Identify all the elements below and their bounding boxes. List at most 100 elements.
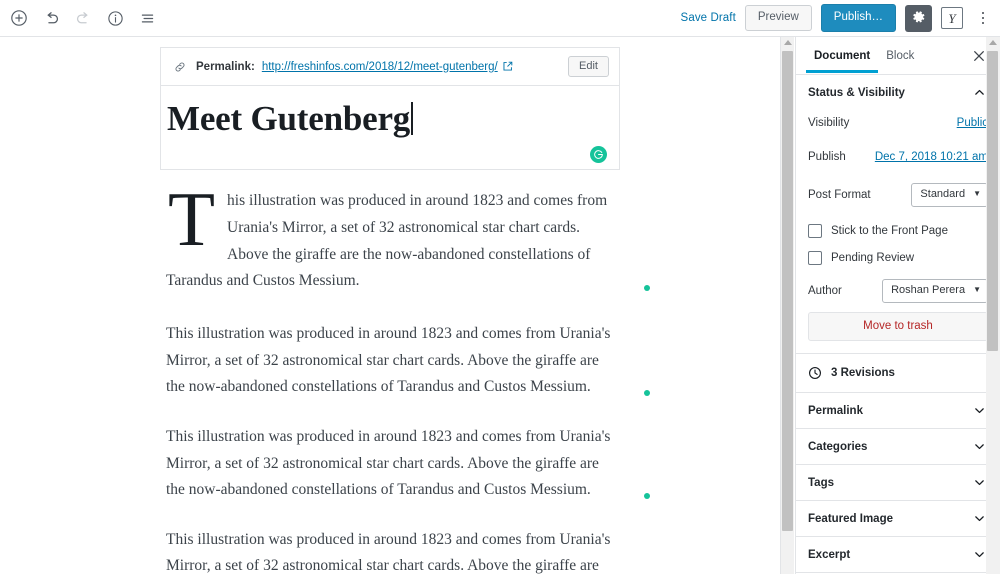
chevron-up-icon[interactable] bbox=[973, 86, 986, 99]
chevron-down-icon[interactable] bbox=[973, 440, 986, 453]
redo-icon[interactable] bbox=[68, 3, 98, 33]
chevron-down-icon: ▼ bbox=[973, 285, 981, 295]
publish-date-button[interactable]: Dec 7, 2018 10:21 am bbox=[875, 151, 988, 163]
clock-icon bbox=[808, 366, 822, 380]
kebab-dot bbox=[981, 16, 985, 20]
block-navigation-icon[interactable] bbox=[132, 3, 162, 33]
post-title-row[interactable]: Meet Gutenberg bbox=[161, 86, 619, 169]
author-row: Author Roshan Perera ▼ bbox=[808, 278, 988, 304]
chevron-down-icon[interactable] bbox=[973, 548, 986, 561]
publish-row: Publish Dec 7, 2018 10:21 am bbox=[808, 144, 988, 170]
grammarly-marker-dot[interactable] bbox=[644, 284, 650, 291]
kebab-dot bbox=[981, 21, 985, 25]
gear-icon bbox=[912, 10, 926, 27]
panel-title: Featured Image bbox=[808, 512, 893, 525]
panel-status-visibility-body: Visibility Public Publish Dec 7, 2018 10… bbox=[796, 110, 1000, 353]
chevron-down-icon[interactable] bbox=[973, 476, 986, 489]
undo-icon[interactable] bbox=[36, 3, 66, 33]
settings-sidebar: Document Block Status & Visibility Visib… bbox=[795, 37, 1000, 574]
panel-tags: Tags bbox=[796, 465, 1000, 501]
revisions-label: 3 Revisions bbox=[831, 367, 895, 379]
visibility-value-button[interactable]: Public bbox=[957, 117, 988, 129]
panel-title: Tags bbox=[808, 476, 834, 489]
save-draft-button[interactable]: Save Draft bbox=[681, 12, 736, 24]
block-paragraph[interactable]: This illustration was produced in around… bbox=[160, 424, 650, 504]
grammarly-marker-dot[interactable] bbox=[644, 389, 650, 396]
chevron-down-icon: ▼ bbox=[973, 189, 981, 199]
content-info-icon[interactable] bbox=[100, 3, 130, 33]
pending-review-label: Pending Review bbox=[831, 252, 915, 264]
block-paragraph-dropcap[interactable]: This illustration was produced in around… bbox=[160, 176, 650, 295]
panel-status-visibility-header[interactable]: Status & Visibility bbox=[796, 75, 1000, 110]
revisions-row[interactable]: 3 Revisions bbox=[796, 354, 1000, 393]
kebab-menu-icon[interactable] bbox=[972, 5, 994, 31]
preview-button[interactable]: Preview bbox=[744, 5, 812, 31]
sticky-post-label: Stick to the Front Page bbox=[831, 225, 948, 237]
panel-excerpt-header[interactable]: Excerpt bbox=[796, 537, 1000, 572]
topbar-left-tools bbox=[0, 3, 162, 33]
post-format-label: Post Format bbox=[808, 189, 871, 201]
grammarly-icon[interactable] bbox=[590, 146, 607, 164]
visibility-label: Visibility bbox=[808, 117, 850, 129]
sticky-post-checkbox-row[interactable]: Stick to the Front Page bbox=[808, 224, 988, 238]
permalink-edit-button[interactable]: Edit bbox=[568, 56, 609, 77]
sticky-post-checkbox[interactable] bbox=[808, 224, 822, 238]
post-format-select[interactable]: Standard ▼ bbox=[911, 183, 988, 207]
panel-featured-image-header[interactable]: Featured Image bbox=[796, 501, 1000, 536]
chevron-down-icon[interactable] bbox=[973, 512, 986, 525]
editor-scrollbar[interactable] bbox=[780, 37, 794, 574]
editor-content-column: Permalink: http://freshinfos.com/2018/12… bbox=[160, 37, 650, 574]
editor-canvas: Permalink: http://freshinfos.com/2018/12… bbox=[0, 37, 780, 574]
panel-featured-image: Featured Image bbox=[796, 501, 1000, 537]
post-title-card: Permalink: http://freshinfos.com/2018/12… bbox=[160, 47, 620, 171]
kebab-dot bbox=[981, 11, 985, 15]
panel-title: Excerpt bbox=[808, 548, 851, 561]
chevron-down-icon[interactable] bbox=[973, 404, 986, 417]
panel-title: Permalink bbox=[808, 404, 863, 417]
author-select[interactable]: Roshan Perera ▼ bbox=[882, 279, 988, 303]
panel-permalink-header[interactable]: Permalink bbox=[796, 393, 1000, 428]
publish-label: Publish bbox=[808, 151, 846, 163]
scrollbar-thumb[interactable] bbox=[782, 51, 793, 531]
author-label: Author bbox=[808, 285, 842, 297]
publish-button[interactable]: Publish… bbox=[820, 4, 896, 32]
move-to-trash-button[interactable]: Move to trash bbox=[808, 312, 988, 341]
scroll-up-arrow-icon[interactable] bbox=[989, 40, 997, 45]
text-caret bbox=[411, 102, 413, 135]
permalink-bar: Permalink: http://freshinfos.com/2018/12… bbox=[161, 48, 619, 86]
paragraph-text[interactable]: This illustration was produced in around… bbox=[166, 527, 614, 574]
paragraph-text[interactable]: This illustration was produced in around… bbox=[166, 424, 614, 504]
panel-categories: Categories bbox=[796, 429, 1000, 465]
panel-tags-header[interactable]: Tags bbox=[796, 465, 1000, 500]
visibility-row: Visibility Public bbox=[808, 110, 988, 136]
sidebar-scrollbar[interactable] bbox=[986, 37, 1000, 574]
post-title-text[interactable]: Meet Gutenberg bbox=[167, 99, 410, 139]
post-content-blocks: This illustration was produced in around… bbox=[160, 170, 650, 574]
panel-categories-header[interactable]: Categories bbox=[796, 429, 1000, 464]
tab-document[interactable]: Document bbox=[806, 38, 878, 73]
paragraph-text[interactable]: This illustration was produced in around… bbox=[166, 176, 614, 295]
link-icon bbox=[173, 60, 187, 74]
yoast-icon: Y bbox=[948, 10, 956, 26]
permalink-url-link[interactable]: http://freshinfos.com/2018/12/meet-guten… bbox=[262, 61, 498, 73]
block-paragraph[interactable]: This illustration was produced in around… bbox=[160, 527, 620, 574]
panel-status-visibility: Status & Visibility Visibility Public Pu… bbox=[796, 75, 1000, 354]
yoast-seo-button[interactable]: Y bbox=[941, 7, 963, 29]
sidebar-tab-bar: Document Block bbox=[796, 37, 1000, 75]
add-block-icon[interactable] bbox=[4, 3, 34, 33]
post-format-row: Post Format Standard ▼ bbox=[808, 182, 988, 208]
scrollbar-thumb[interactable] bbox=[987, 51, 998, 351]
block-paragraph[interactable]: This illustration was produced in around… bbox=[160, 321, 650, 401]
external-link-icon[interactable] bbox=[502, 61, 513, 72]
grammarly-marker-dot[interactable] bbox=[644, 492, 650, 499]
paragraph-text[interactable]: This illustration was produced in around… bbox=[166, 321, 614, 401]
pending-review-checkbox-row[interactable]: Pending Review bbox=[808, 251, 988, 265]
author-value: Roshan Perera bbox=[891, 284, 966, 297]
tab-block[interactable]: Block bbox=[878, 38, 922, 73]
settings-toggle-button[interactable] bbox=[905, 4, 932, 32]
pending-review-checkbox[interactable] bbox=[808, 251, 822, 265]
scroll-up-arrow-icon[interactable] bbox=[784, 40, 792, 45]
editor-top-bar: Save Draft Preview Publish… Y bbox=[0, 0, 1000, 37]
panel-permalink: Permalink bbox=[796, 393, 1000, 429]
post-format-value: Standard bbox=[920, 188, 966, 201]
